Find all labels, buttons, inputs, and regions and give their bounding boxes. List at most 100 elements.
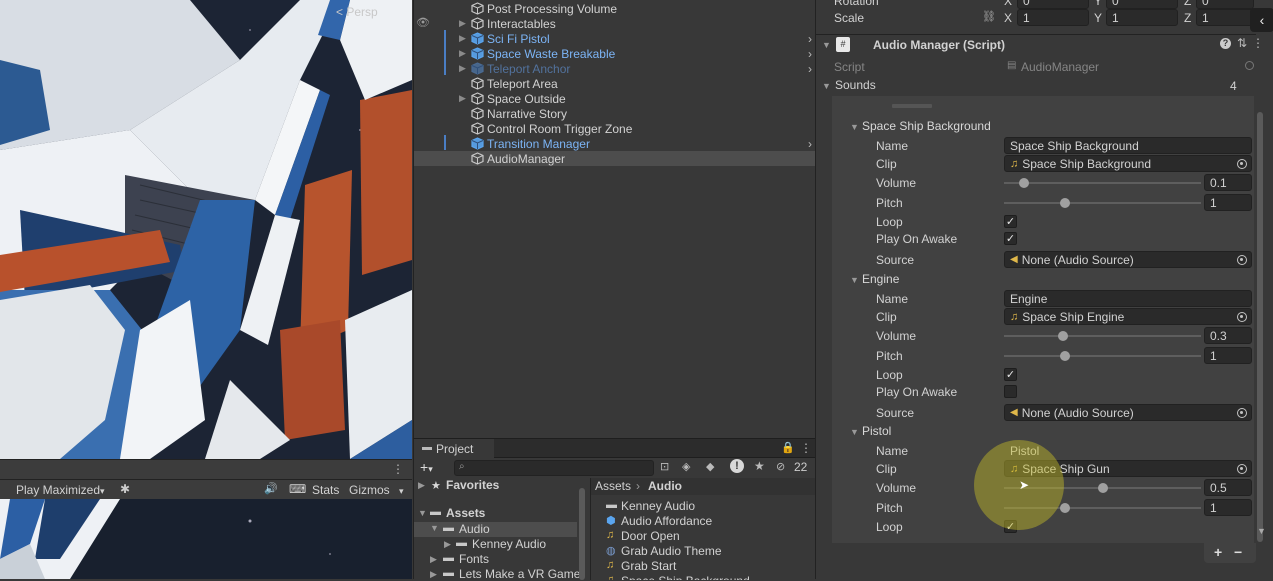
open-prefab-chevron-icon[interactable]: › [808, 47, 812, 61]
warning-icon[interactable]: ! [730, 459, 744, 473]
hierarchy-item[interactable]: ▶ Space Outside [414, 91, 816, 106]
open-prefab-chevron-icon[interactable]: › [808, 62, 812, 76]
help-icon[interactable]: ? [1220, 38, 1231, 49]
clip-field[interactable]: ♫ Space Ship Background [1004, 155, 1252, 172]
expand-arrow-icon[interactable]: ▶ [459, 18, 466, 29]
file-item[interactable]: ♫ Door Open [591, 529, 816, 544]
pitch-input[interactable]: 1 [1204, 347, 1252, 364]
play-mode-dropdown[interactable]: Play Maximized▾ [16, 483, 105, 497]
loop-checkbox[interactable]: ✓ [1004, 368, 1017, 381]
preset-icon[interactable]: ⇅ [1237, 36, 1247, 50]
breadcrumb-audio[interactable]: Audio [648, 479, 682, 493]
expand-arrow-icon[interactable]: ▶ [459, 93, 466, 104]
expand-arrow-icon[interactable]: ▶ [459, 63, 466, 74]
filter-type-icon[interactable]: ◈ [682, 460, 690, 473]
persp-label[interactable]: < Persp [336, 5, 378, 19]
gizmos-dropdown[interactable]: Gizmos ▾ [349, 483, 404, 497]
pitch-slider-track[interactable] [1004, 202, 1201, 204]
expand-arrow-icon[interactable]: ▶ [444, 539, 451, 550]
name-input[interactable]: Engine [1004, 290, 1252, 307]
expand-arrow-icon[interactable]: ▶ [418, 480, 425, 491]
filter-label-icon[interactable]: ◆ [706, 460, 714, 473]
file-item[interactable]: ⬢ Audio Affordance [591, 514, 816, 529]
expand-arrow-icon[interactable]: ▼ [418, 508, 427, 518]
sounds-count-input[interactable]: 4 [1224, 77, 1256, 94]
pitch-input[interactable]: 1 [1204, 194, 1252, 211]
game-view[interactable] [0, 499, 412, 579]
expand-arrow-icon[interactable]: ▶ [459, 48, 466, 59]
play-on-awake-checkbox[interactable]: ✓ [1004, 232, 1017, 245]
clip-field[interactable]: ♫ Space Ship Engine [1004, 308, 1252, 325]
hierarchy-item[interactable]: ▶ Interactables [414, 16, 816, 31]
more-menu-icon[interactable]: ⋮ [392, 462, 404, 476]
stats-button[interactable]: Stats [312, 483, 339, 497]
tab-project[interactable]: ▬ Project [414, 439, 494, 458]
tree-item-audio[interactable]: ▼ ▬ Audio [414, 522, 577, 537]
collapse-panel-button[interactable]: ‹ [1250, 8, 1273, 32]
scale-z-input[interactable]: 1 [1196, 9, 1254, 26]
object-picker-icon[interactable] [1237, 407, 1247, 418]
volume-input[interactable]: 0.5 [1204, 479, 1252, 496]
rotation-y-input[interactable]: 0 [1106, 0, 1178, 9]
volume-input[interactable]: 0.1 [1204, 174, 1252, 191]
add-element-button[interactable]: + [1214, 544, 1222, 560]
volume-slider-track[interactable] [1004, 335, 1201, 337]
create-plus-dropdown[interactable]: +▾ [420, 459, 433, 475]
sounds-expand-icon[interactable]: ▼ [822, 81, 831, 91]
open-prefab-chevron-icon[interactable]: › [808, 137, 812, 151]
scroll-down-icon[interactable]: ▼ [1257, 526, 1266, 536]
object-picker-icon[interactable] [1237, 158, 1247, 169]
play-on-awake-checkbox[interactable] [1004, 385, 1017, 398]
source-field[interactable]: ◀ None (Audio Source) [1004, 251, 1252, 268]
hierarchy-item[interactable]: Post Processing Volume [414, 1, 816, 16]
lock-icon[interactable]: 🔒 [781, 441, 795, 454]
hidden-packages-icon[interactable]: ⊘ [776, 460, 785, 473]
volume-input[interactable]: 0.3 [1204, 327, 1252, 344]
open-prefab-chevron-icon[interactable]: › [808, 32, 812, 46]
name-input[interactable]: Space Ship Background [1004, 137, 1252, 154]
remove-element-button[interactable]: − [1234, 544, 1242, 560]
tree-favorites[interactable]: Favorites [446, 478, 499, 492]
volume-slider-track[interactable] [1004, 182, 1201, 184]
inspector-scrollbar[interactable] [1257, 112, 1263, 542]
hierarchy-item[interactable]: ▶ Sci Fi Pistol › [414, 31, 816, 46]
file-item[interactable]: ♫ Space Ship Background [591, 574, 816, 580]
object-picker-icon[interactable] [1237, 463, 1247, 474]
object-picker-icon[interactable] [1237, 254, 1247, 265]
expand-arrow-icon[interactable]: ▶ [430, 569, 437, 580]
expand-arrow-icon[interactable]: ▶ [459, 33, 466, 44]
hierarchy-item[interactable]: Teleport Area [414, 76, 816, 91]
sound-element-header[interactable]: Space Ship Background [862, 119, 991, 133]
link-scale-icon[interactable]: ⛓ [982, 10, 996, 23]
tree-item-fonts[interactable]: Fonts [459, 552, 489, 566]
file-item[interactable]: ♫ Grab Start [591, 559, 816, 574]
file-item[interactable]: ◍ Grab Audio Theme [591, 544, 816, 559]
rotation-x-input[interactable]: 0 [1017, 0, 1089, 9]
search-scene-icon[interactable]: ⊡ [660, 460, 669, 473]
hierarchy-item[interactable]: Narrative Story [414, 106, 816, 121]
hierarchy-item[interactable]: Control Room Trigger Zone [414, 121, 816, 136]
loop-checkbox[interactable]: ✓ [1004, 215, 1017, 228]
tree-assets[interactable]: Assets [446, 506, 485, 520]
scale-x-input[interactable]: 1 [1017, 9, 1089, 26]
search-input[interactable]: ⌕ [454, 460, 654, 476]
scale-y-input[interactable]: 1 [1106, 9, 1178, 26]
pitch-input[interactable]: 1 [1204, 499, 1252, 516]
expand-arrow-icon[interactable]: ▶ [430, 554, 437, 565]
rotation-z-input[interactable]: 0 [1196, 0, 1254, 9]
more-menu-icon[interactable]: ⋮ [1252, 36, 1264, 50]
more-menu-icon[interactable]: ⋮ [800, 441, 812, 455]
drag-handle[interactable] [892, 104, 932, 108]
audio-mute-icon[interactable]: 🔊 [264, 482, 278, 495]
tree-scrollbar[interactable] [579, 488, 585, 580]
element-expand-icon[interactable]: ▼ [850, 275, 859, 285]
sound-element-header[interactable]: Engine [862, 272, 899, 286]
element-expand-icon[interactable]: ▼ [850, 427, 859, 437]
component-expand-icon[interactable]: ▼ [822, 40, 831, 50]
pitch-slider-track[interactable] [1004, 355, 1201, 357]
volume-slider-knob[interactable] [1018, 178, 1029, 188]
hierarchy-item[interactable]: ▶ Space Waste Breakable › [414, 46, 816, 61]
hierarchy-item[interactable]: ▶ Teleport Anchor › [414, 61, 816, 76]
sound-element-header[interactable]: Pistol [862, 424, 891, 438]
file-item[interactable]: ▬ Kenney Audio [591, 499, 816, 514]
